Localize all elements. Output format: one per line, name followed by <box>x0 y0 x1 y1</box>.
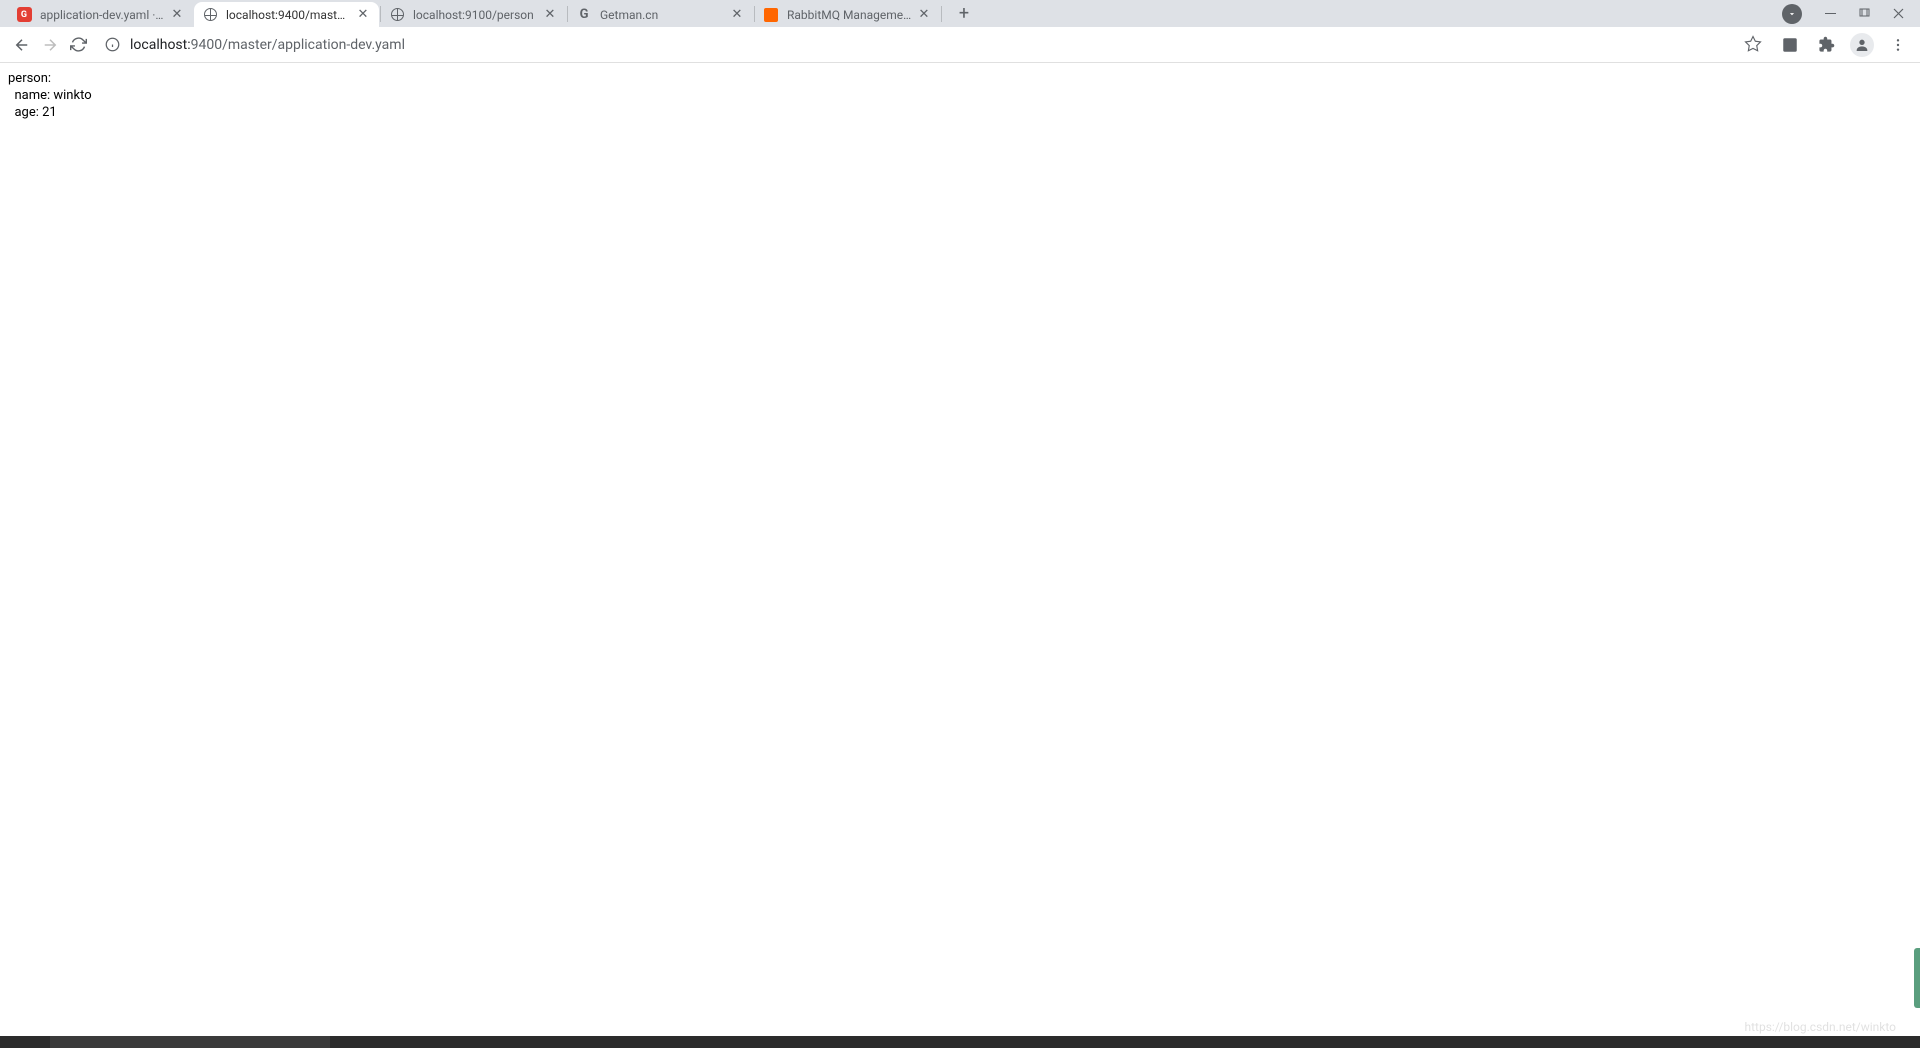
profile-avatar[interactable] <box>1848 31 1876 59</box>
url-host: localhost: <box>130 37 191 53</box>
close-icon[interactable]: ✕ <box>169 7 185 23</box>
page-content: person: name: winkto age: 21 <box>0 63 1920 1036</box>
tab-1[interactable]: localhost:9400/master/applica ✕ <box>194 2 379 27</box>
url-path: 9400/master/application-dev.yaml <box>191 37 405 53</box>
globe-icon <box>389 7 405 23</box>
tab-3[interactable]: G Getman.cn ✕ <box>568 2 753 27</box>
globe-icon <box>202 7 218 23</box>
google-icon: G <box>576 7 592 23</box>
taskbar[interactable] <box>0 1036 1920 1048</box>
rabbitmq-icon <box>763 7 779 23</box>
tab-title: localhost:9100/person <box>413 8 538 22</box>
side-widget[interactable] <box>1914 948 1920 1008</box>
reload-button[interactable] <box>64 31 92 59</box>
bookmark-star-icon[interactable] <box>1744 35 1764 55</box>
close-icon[interactable]: ✕ <box>729 7 745 23</box>
titlebar: G application-dev.yaml · winkto ✕ localh… <box>0 0 1920 27</box>
account-chip-icon[interactable] <box>1782 4 1802 24</box>
toolbar-actions <box>1776 31 1912 59</box>
close-window-button[interactable] <box>1884 2 1912 26</box>
window-controls <box>1782 0 1920 27</box>
taskbar-item[interactable] <box>50 1036 330 1048</box>
tab-title: RabbitMQ Management <box>787 8 912 22</box>
tab-0[interactable]: G application-dev.yaml · winkto ✕ <box>8 2 193 27</box>
yaml-text: person: name: winkto age: 21 <box>8 71 1912 122</box>
menu-dots-icon[interactable] <box>1884 31 1912 59</box>
close-icon[interactable]: ✕ <box>916 7 932 23</box>
back-button[interactable] <box>8 31 36 59</box>
tab-separator <box>941 6 942 22</box>
tab-title: application-dev.yaml · winkto <box>40 8 165 22</box>
extensions-puzzle-icon[interactable] <box>1812 31 1840 59</box>
minimize-button[interactable] <box>1816 2 1844 26</box>
extension-icon[interactable] <box>1776 31 1804 59</box>
close-icon[interactable]: ✕ <box>355 7 371 23</box>
browser-window: G application-dev.yaml · winkto ✕ localh… <box>0 0 1920 1048</box>
forward-button[interactable] <box>36 31 64 59</box>
maximize-button[interactable] <box>1850 2 1878 26</box>
watermark-text: https://blog.csdn.net/winkto <box>1745 1020 1897 1034</box>
close-icon[interactable]: ✕ <box>542 7 558 23</box>
toolbar: localhost:9400/master/application-dev.ya… <box>0 27 1920 63</box>
tabs-container: G application-dev.yaml · winkto ✕ localh… <box>8 0 1782 27</box>
new-tab-button[interactable]: + <box>950 0 978 28</box>
tab-title: Getman.cn <box>600 8 725 22</box>
csdn-icon: G <box>16 7 32 23</box>
tab-title: localhost:9400/master/applica <box>226 8 351 22</box>
site-info-icon[interactable] <box>104 37 120 53</box>
address-bar[interactable]: localhost:9400/master/application-dev.ya… <box>100 31 1768 59</box>
tab-2[interactable]: localhost:9100/person ✕ <box>381 2 566 27</box>
tab-4[interactable]: RabbitMQ Management ✕ <box>755 2 940 27</box>
url-text: localhost:9400/master/application-dev.ya… <box>130 37 1736 53</box>
